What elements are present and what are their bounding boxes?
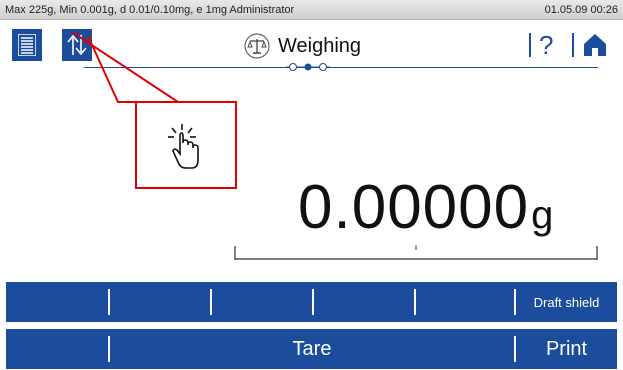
switch-mode-button[interactable] — [62, 29, 92, 61]
function-key-3[interactable] — [212, 282, 312, 322]
scale-icon — [244, 33, 270, 59]
function-key-1[interactable] — [6, 282, 108, 322]
menu-button[interactable] — [12, 29, 42, 61]
function-key-left[interactable] — [6, 329, 108, 369]
draft-shield-button[interactable]: Draft shield — [516, 282, 617, 322]
tap-hand-icon — [168, 124, 199, 169]
date-time: 01.05.09 00:26 — [544, 4, 618, 16]
print-button[interactable]: Print — [516, 329, 617, 369]
function-key-row-2: Tare Print — [6, 329, 617, 369]
list-icon — [18, 34, 36, 56]
function-key-5[interactable] — [416, 282, 514, 322]
header-separator — [572, 33, 574, 57]
header-underline — [84, 67, 598, 68]
status-bar: Max 225g, Min 0.001g, d 0.01/0.10mg, e 1… — [0, 0, 623, 20]
function-key-row-1: Draft shield — [6, 282, 617, 322]
page-indicator — [286, 63, 330, 71]
help-icon[interactable]: ? — [539, 30, 553, 61]
capacity-bar — [234, 245, 598, 260]
home-icon[interactable] — [582, 32, 608, 58]
page-title: Weighing — [278, 34, 362, 57]
page-title-group: Weighing — [244, 33, 361, 59]
weight-unit: g — [531, 193, 554, 237]
weight-readout: 0.00000 g — [298, 172, 553, 242]
weight-value: 0.00000 — [298, 173, 530, 242]
function-key-2[interactable] — [110, 282, 210, 322]
header-separator — [529, 33, 531, 57]
tare-button[interactable]: Tare — [110, 329, 514, 369]
function-key-4[interactable] — [314, 282, 414, 322]
switch-icon — [67, 34, 87, 56]
balance-info: Max 225g, Min 0.001g, d 0.01/0.10mg, e 1… — [5, 4, 295, 16]
header: Weighing ? — [0, 21, 623, 71]
